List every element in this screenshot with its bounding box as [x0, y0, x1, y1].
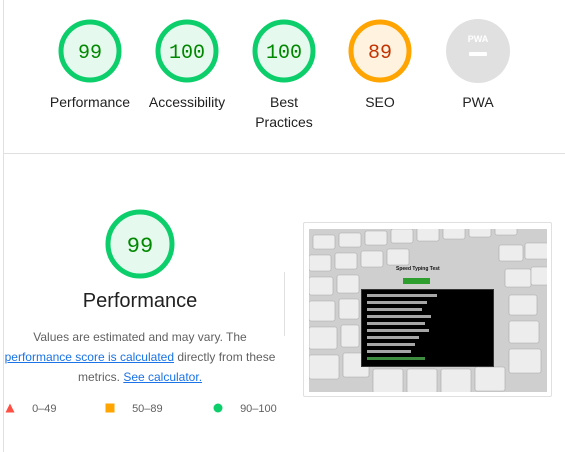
accessibility-label: Accessibility: [148, 94, 226, 110]
page-screenshot-thumbnail[interactable]: Speed Typing Test: [303, 222, 552, 397]
best-practices-score-ring: 100: [252, 19, 316, 83]
legend-average-range: 50–89: [132, 403, 163, 415]
screenshot-site-title: Speed Typing Test: [396, 266, 440, 272]
screenshot-start-button: [403, 278, 430, 284]
desc-text-1: Values are estimated and may vary. The: [33, 330, 247, 344]
performance-label: Performance: [49, 94, 131, 110]
seo-score-value: 89: [368, 42, 392, 65]
accessibility-score-ring: 100: [155, 19, 219, 83]
gauge-accessibility[interactable]: 100 Accessibility: [132, 18, 242, 112]
gauge-performance[interactable]: 99 Performance: [35, 18, 145, 112]
vertical-separator: [284, 272, 285, 336]
score-legend: 0–49 50–89 90–100: [0, 403, 290, 421]
terminal-line: [367, 322, 425, 325]
screenshot-terminal-box: [361, 289, 494, 367]
pwa-badge-text: PWA: [468, 34, 489, 44]
terminal-line: [367, 343, 415, 346]
pwa-label: PWA: [462, 94, 494, 110]
terminal-line: [367, 336, 419, 339]
best-practices-score-value: 100: [266, 42, 302, 65]
performance-detail-ring: 99: [105, 209, 175, 279]
green-circle-icon: [213, 403, 223, 413]
performance-description: Values are estimated and may vary. The p…: [0, 327, 280, 387]
terminal-line: [367, 350, 411, 353]
best-practices-label: Best Practices: [255, 94, 313, 130]
performance-title: Performance: [82, 290, 198, 312]
see-calculator-link[interactable]: See calculator.: [123, 370, 202, 384]
gauge-seo[interactable]: 89 SEO: [325, 18, 435, 112]
seo-score-ring: 89: [348, 19, 412, 83]
legend-pass-range: 90–100: [240, 403, 277, 415]
performance-score-value: 99: [78, 42, 102, 65]
orange-square-icon: [105, 403, 115, 413]
performance-detail: 99 Performance Values are estimated and …: [0, 200, 280, 387]
terminal-line: [367, 301, 427, 304]
red-triangle-icon: [5, 403, 15, 413]
legend-average: 50–89: [105, 403, 163, 415]
accessibility-score-value: 100: [169, 42, 205, 65]
performance-detail-score: 99: [127, 234, 153, 259]
score-summary-row: 99 Performance 100 Accessibility 100 Bes…: [0, 0, 565, 150]
seo-label: SEO: [365, 94, 395, 110]
screenshot-image: Speed Typing Test: [309, 229, 547, 392]
gauge-pwa[interactable]: PWA PWA: [423, 18, 533, 112]
terminal-line: [367, 357, 425, 360]
terminal-line: [367, 294, 437, 297]
performance-score-calculated-link[interactable]: performance score is calculated: [5, 350, 174, 364]
legend-fail: 0–49: [5, 403, 57, 415]
section-divider: [4, 153, 565, 154]
terminal-line: [367, 315, 431, 318]
gauge-best-practices[interactable]: 100 Best Practices: [229, 18, 339, 132]
terminal-line: [367, 329, 429, 332]
performance-score-ring: 99: [58, 19, 122, 83]
pwa-badge-icon: PWA: [446, 19, 510, 83]
legend-fail-range: 0–49: [32, 403, 57, 415]
terminal-line: [367, 308, 422, 311]
legend-pass: 90–100: [213, 403, 277, 415]
